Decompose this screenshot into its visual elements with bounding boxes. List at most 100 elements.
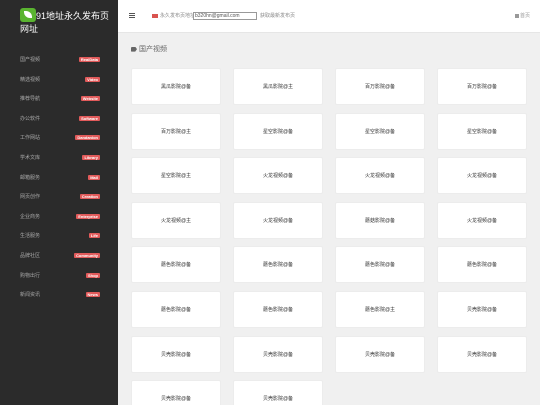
sidebar-item[interactable]: 推荐导航 Website [0, 91, 118, 111]
sidebar-item-label: 学术文库 [20, 154, 41, 161]
site-card[interactable]: 火龙视频@备 [437, 201, 527, 239]
home-label: 首页 [519, 13, 530, 19]
sidebar-item-badge: Enterprise [76, 213, 100, 219]
brand[interactable]: 91地址永久发布页网址 [0, 0, 118, 40]
sidebar-item-badge: Creation [79, 194, 100, 200]
sidebar-item[interactable]: 品牌社区 Community [0, 248, 118, 268]
site-card[interactable]: 蘑菇影院@备 [335, 201, 425, 239]
site-card-label: 贝壳影院@备 [466, 307, 498, 313]
site-card[interactable]: 星空影院@备 [335, 112, 425, 150]
notice-prefix: 永久发布页地址 [160, 13, 196, 19]
site-card[interactable]: 蘑色影院@备 [233, 246, 323, 284]
sidebar-item[interactable]: 办公软件 Software [0, 111, 118, 131]
site-card[interactable]: 黑瓜影院@备 [131, 68, 221, 105]
sidebar-item-badge: Life [88, 233, 100, 239]
site-card[interactable]: 贝壳影院@备 [437, 335, 527, 373]
site-card[interactable]: 贝壳影院@备 [437, 291, 527, 328]
sidebar-item-label: 网页创作 [20, 194, 41, 201]
site-card[interactable]: 火龙视频@备 [437, 157, 527, 195]
site-card[interactable]: 贝壳影院@备 [233, 380, 323, 405]
site-card[interactable]: 蘑色影院@备 [437, 246, 527, 284]
mail-icon [152, 14, 158, 18]
section-title: 国产视频 [139, 46, 167, 53]
sidebar-item-badge: Mail [88, 174, 100, 180]
sidebar-item[interactable]: 新闻资讯 News [0, 287, 118, 307]
site-card[interactable]: 蘑色影院@备 [335, 246, 425, 284]
site-card-label: 星空影院@备 [262, 128, 294, 135]
sidebar-item-badge: Library [82, 154, 100, 160]
site-card-label: 百万影院@备 [466, 84, 498, 90]
site-card[interactable]: 贝壳影院@备 [131, 380, 221, 405]
sidebar-item[interactable]: 企业商务 Enterprise [0, 209, 118, 229]
site-card-label: 蘑色影院@备 [364, 262, 396, 269]
site-card[interactable]: 蘑色影院@备 [233, 291, 323, 328]
sidebar-item-label: 企业商务 [20, 213, 41, 220]
hamburger-menu-icon[interactable] [129, 13, 135, 18]
sidebar-item[interactable]: 生活服务 Life [0, 228, 118, 248]
sidebar-item-badge: Website [80, 96, 100, 102]
site-card-label: 百万影院@主 [160, 128, 192, 135]
site-card[interactable]: 贝壳影院@备 [335, 335, 425, 373]
sidebar-item[interactable]: 邮箱服务 Mail [0, 170, 118, 190]
site-card[interactable]: 贝壳影院@备 [233, 335, 323, 373]
sidebar-item-label: 国产视频 [20, 57, 41, 63]
site-card[interactable]: 星空影院@备 [233, 112, 323, 150]
sidebar-item-badge: Dandanion [75, 135, 100, 141]
sidebar-item[interactable]: 精选视频 Video [0, 72, 118, 92]
site-card-label: 百万影院@备 [364, 84, 396, 90]
site-card[interactable]: 百万影院@主 [131, 112, 221, 150]
sidebar-item[interactable]: 网页创作 Creation [0, 189, 118, 209]
email-field[interactable]: b320hn@gmail.com [193, 12, 257, 20]
sidebar-item[interactable]: 购物出行 Shop [0, 268, 118, 288]
site-card[interactable]: 蘑色影院@备 [131, 246, 221, 284]
site-card[interactable]: 黑瓜影院@主 [233, 68, 323, 105]
site-card-label: 黑瓜影院@备 [160, 84, 192, 90]
site-card[interactable]: 蘑色影院@主 [335, 291, 425, 328]
site-card-label: 蘑色影院@备 [160, 307, 192, 313]
site-card[interactable]: 火龙视频@备 [233, 201, 323, 239]
sidebar-item-label: 邮箱服务 [20, 174, 41, 181]
sidebar-item-label: 工作网站 [20, 135, 41, 142]
site-title: 91地址永久发布页网址 [20, 11, 110, 34]
site-card-label: 火龙视频@备 [466, 217, 498, 224]
home-icon [514, 13, 519, 18]
site-card[interactable]: 火龙视频@备 [335, 157, 425, 195]
sidebar-item-label: 购物出行 [20, 272, 41, 279]
sidebar-nav: 国产视频 RealData 精选视频 Video 推荐导航 Website 办公软件 Soft… [0, 52, 118, 307]
sidebar-item-label: 品牌社区 [20, 252, 41, 259]
site-card[interactable]: 贝壳影院@备 [131, 335, 221, 373]
site-card[interactable]: 百万影院@备 [335, 68, 425, 105]
site-card[interactable]: 火龙视频@备 [233, 157, 323, 195]
sidebar-item-label: 生活服务 [20, 233, 41, 240]
site-card-label: 蘑色影院@备 [466, 262, 498, 269]
notice-suffix: 获取最新发布页 [260, 13, 296, 19]
site-card[interactable]: 蘑色影院@备 [131, 291, 221, 328]
site-card-label: 蘑色影院@主 [364, 307, 396, 313]
site-card-label: 火龙视频@备 [466, 173, 498, 180]
sidebar-item-badge: Shop [86, 272, 100, 278]
site-card[interactable]: 星空影院@备 [437, 112, 527, 150]
site-card[interactable]: 星空影院@主 [131, 157, 221, 195]
site-card-label: 蘑色影院@备 [160, 262, 192, 269]
site-card-label: 贝壳影院@备 [160, 396, 192, 403]
site-card-label: 蘑色影院@备 [262, 307, 294, 313]
section-heading: 国产视频 [131, 46, 167, 54]
site-card-label: 星空影院@备 [364, 128, 396, 135]
sidebar-item-badge: Community [74, 252, 100, 258]
sidebar-item-badge: Video [85, 76, 100, 82]
sidebar-item[interactable]: 学术文库 Library [0, 150, 118, 170]
site-card[interactable]: 百万影院@备 [437, 68, 527, 105]
sidebar-item-label: 办公软件 [20, 115, 41, 122]
sidebar-item-badge: RealData [78, 57, 100, 62]
site-card[interactable]: 火龙视频@主 [131, 201, 221, 239]
sidebar-item-label: 精选视频 [20, 76, 41, 83]
home-link[interactable]: 首页 [514, 13, 530, 19]
sidebar-item-badge: News [85, 292, 100, 298]
tag-icon [131, 46, 137, 52]
site-card-label: 贝壳影院@备 [262, 351, 294, 358]
sidebar-item[interactable]: 国产视频 RealData [0, 52, 118, 72]
sidebar-item-badge: Software [79, 115, 100, 121]
sidebar-item[interactable]: 工作网站 Dandanion [0, 130, 118, 150]
site-card-label: 火龙视频@备 [262, 217, 294, 224]
site-card-label: 星空影院@备 [466, 128, 498, 135]
